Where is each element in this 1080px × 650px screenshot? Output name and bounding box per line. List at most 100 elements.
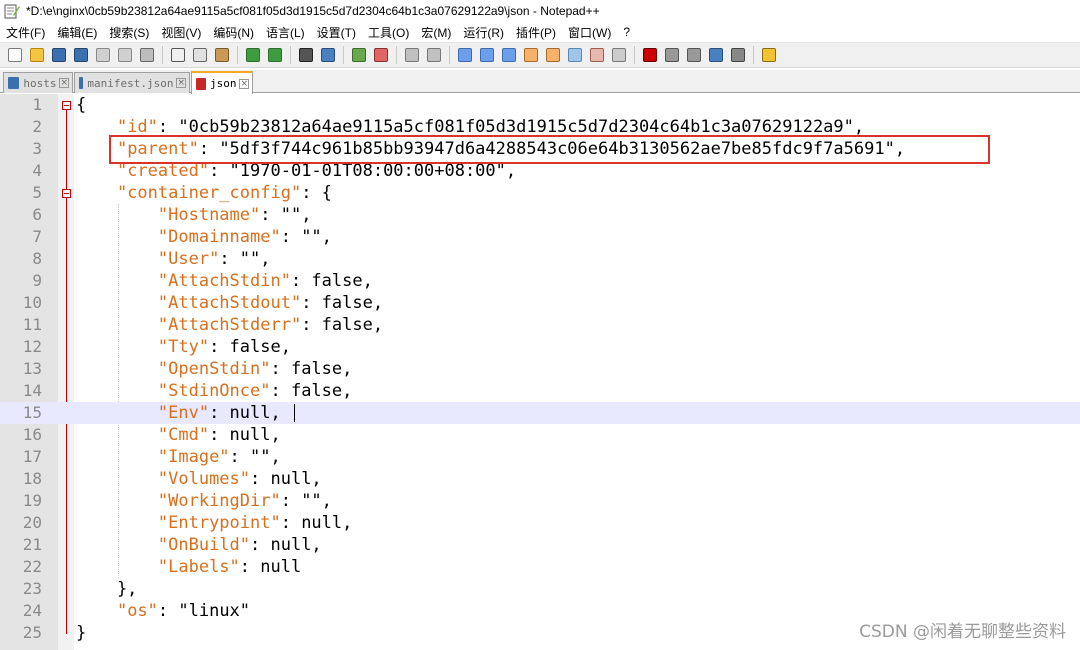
menu-item[interactable]: 工具(O) [362,24,415,41]
sync-horizontal-icon[interactable] [425,46,443,64]
zoom-out-icon[interactable] [372,46,390,64]
code-line[interactable]: 8 "User": "", [0,248,1080,270]
json-text: : "", [280,491,332,511]
code-line[interactable]: 13 "OpenStdin": false, [0,358,1080,380]
copy-icon[interactable] [191,46,209,64]
code-line[interactable]: 18 "Volumes": null, [0,468,1080,490]
menu-item[interactable]: 搜索(S) [103,24,155,41]
code-line[interactable]: 11 "AttachStderr": false, [0,314,1080,336]
stop-record-icon[interactable] [663,46,681,64]
json-text: : null [239,557,302,577]
show-all-chars-icon[interactable] [478,46,496,64]
menu-item[interactable]: 文件(F) [0,24,51,41]
menu-item[interactable]: 运行(R) [457,24,510,41]
redo-icon[interactable] [266,46,284,64]
code-line[interactable]: 20 "Entrypoint": null, [0,512,1080,534]
new-file-icon[interactable] [6,46,24,64]
code-text: "AttachStdout": false, [76,292,383,314]
line-number: 7 [32,227,42,246]
save-icon[interactable] [50,46,68,64]
json-key: "container_config" [116,183,302,203]
menu-item[interactable]: 设置(T) [311,24,362,41]
json-text [76,601,117,621]
tab-json[interactable]: json × [191,71,253,94]
record-macro-icon[interactable] [641,46,659,64]
code-text: "Hostname": "", [76,204,312,226]
code-text: "container_config": { [76,182,332,204]
toolbar-separator [449,46,450,64]
sync-vertical-icon[interactable] [403,46,421,64]
json-text [76,183,117,203]
watermark: CSDN @闲着无聊整些资料 [859,622,1066,642]
code-line[interactable]: 9 "AttachStdin": false, [0,270,1080,292]
function-list-icon[interactable] [566,46,584,64]
toolbar-separator [396,46,397,64]
menu-item[interactable]: 宏(M) [415,24,457,41]
toolbar-separator [290,46,291,64]
code-text: "OpenStdin": false, [76,358,352,380]
json-key: "OnBuild" [157,535,251,555]
json-text [76,469,158,489]
code-line[interactable]: 5 "container_config": { [0,182,1080,204]
menu-item[interactable]: 语言(L) [260,24,311,41]
tab-bar: hosts × manifest.json × json × [0,70,1080,94]
editor[interactable]: 1{2 "id": "0cb59b23812a64ae9115a5cf081f0… [0,94,1080,650]
zoom-in-icon[interactable] [350,46,368,64]
paste-icon[interactable] [213,46,231,64]
folder-workspace-icon[interactable] [588,46,606,64]
cut-icon[interactable] [169,46,187,64]
code-line[interactable]: 1{ [0,94,1080,116]
menu-item[interactable]: 编辑(E) [51,24,103,41]
open-file-icon[interactable] [28,46,46,64]
code-text: "Entrypoint": null, [76,512,352,534]
run-macro-multiple-icon[interactable] [707,46,725,64]
line-number: 25 [22,623,42,642]
code-text: "Cmd": null, [76,424,281,446]
find-icon[interactable] [297,46,315,64]
code-line[interactable]: 6 "Hostname": "", [0,204,1080,226]
undo-icon[interactable] [244,46,262,64]
doc-map-icon[interactable] [544,46,562,64]
print-icon[interactable] [138,46,156,64]
menu-item[interactable]: 编码(N) [207,24,260,41]
play-macro-icon[interactable] [685,46,703,64]
code-line[interactable]: 12 "Tty": false, [0,336,1080,358]
save-all-icon[interactable] [72,46,90,64]
close-icon[interactable] [94,46,112,64]
word-wrap-icon[interactable] [456,46,474,64]
code-line[interactable]: 19 "WorkingDir": "", [0,490,1080,512]
save-macro-icon[interactable] [729,46,747,64]
code-line[interactable]: 23 }, [0,578,1080,600]
code-line[interactable]: 7 "Domainname": "", [0,226,1080,248]
line-number: 21 [22,535,42,554]
code-line[interactable]: 15 "Env": null, [0,402,1080,424]
tab-close-icon[interactable]: × [239,78,249,89]
code-line[interactable]: 14 "StdinOnce": false, [0,380,1080,402]
monitoring-icon[interactable] [610,46,628,64]
spell-check-icon[interactable] [760,46,778,64]
tab-close-icon[interactable]: × [176,78,186,88]
json-text [76,271,158,291]
line-number: 12 [22,337,42,356]
code-line[interactable]: 10 "AttachStdout": false, [0,292,1080,314]
file-saved-state-icon [8,77,20,89]
close-all-icon[interactable] [116,46,134,64]
json-text: : "", [229,447,281,467]
menu-item[interactable]: 视图(V) [155,24,207,41]
indent-guide-icon[interactable] [500,46,518,64]
replace-icon[interactable] [319,46,337,64]
tab-label: hosts [23,76,57,90]
code-text: "User": "", [76,248,271,270]
menu-item[interactable]: ? [617,25,636,39]
tab-hosts[interactable]: hosts × [3,72,73,93]
user-language-icon[interactable] [522,46,540,64]
code-line[interactable]: 17 "Image": "", [0,446,1080,468]
tab-close-icon[interactable]: × [59,78,69,88]
code-line[interactable]: 21 "OnBuild": null, [0,534,1080,556]
code-line[interactable]: 22 "Labels": null [0,556,1080,578]
tab-manifest-json[interactable]: manifest.json × [74,72,190,93]
menu-item[interactable]: 插件(P) [510,24,562,41]
menu-item[interactable]: 窗口(W) [562,24,617,41]
line-number: 9 [32,271,42,290]
code-line[interactable]: 16 "Cmd": null, [0,424,1080,446]
